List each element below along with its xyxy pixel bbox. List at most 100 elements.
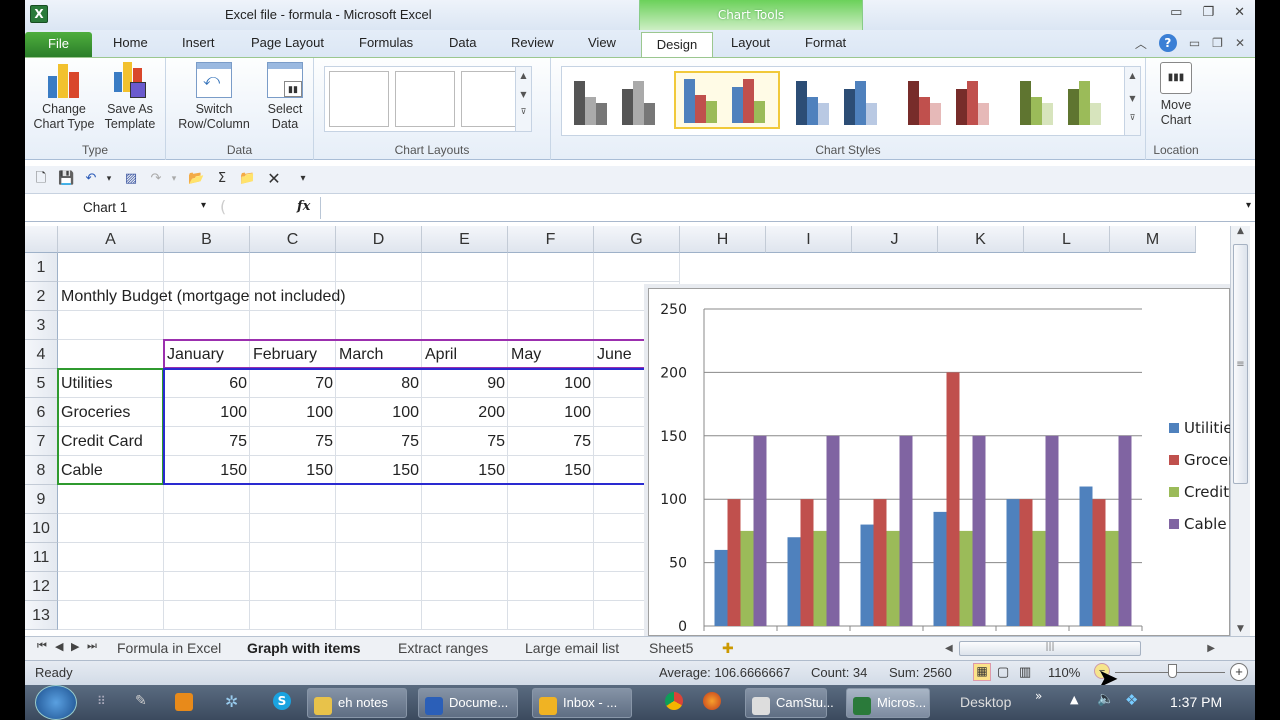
- column-header-m[interactable]: M: [1110, 226, 1196, 253]
- cell-C11[interactable]: [250, 543, 336, 572]
- cell-B12[interactable]: [164, 572, 250, 601]
- value-cell[interactable]: 100: [508, 369, 594, 398]
- cell-F9[interactable]: [508, 485, 594, 514]
- value-cell[interactable]: 100: [336, 398, 422, 427]
- month-header-january[interactable]: January: [164, 340, 250, 369]
- tab-design[interactable]: Design: [641, 32, 713, 57]
- row-label-credit-card[interactable]: Credit Card: [58, 427, 164, 456]
- first-sheet-icon[interactable]: ⏮: [37, 640, 47, 653]
- horizontal-scroll-thumb[interactable]: |||: [958, 641, 1142, 656]
- select-all-corner[interactable]: [25, 226, 58, 253]
- skype-icon[interactable]: S: [273, 692, 291, 710]
- cell-G1[interactable]: [594, 253, 680, 282]
- cell-A1[interactable]: [58, 253, 164, 282]
- chart-style-4[interactable]: [900, 71, 1006, 129]
- taskbar-item-camstudio[interactable]: CamStu...: [745, 688, 834, 718]
- cell-A4[interactable]: [58, 340, 164, 369]
- cell-E9[interactable]: [422, 485, 508, 514]
- collapse-ribbon-icon[interactable]: ︿: [1135, 35, 1147, 52]
- cell-F13[interactable]: [508, 601, 594, 630]
- cell-A13[interactable]: [58, 601, 164, 630]
- taskbar-item-outlook[interactable]: Inbox - ...: [532, 688, 632, 718]
- row-label-utilities[interactable]: Utilities: [58, 369, 164, 398]
- styles-gallery-scroll[interactable]: ▲ ▼ ⊽: [1124, 67, 1140, 135]
- taskbar-item-eh-notes[interactable]: eh notes: [307, 688, 407, 718]
- column-header-k[interactable]: K: [938, 226, 1024, 253]
- value-cell[interactable]: 75: [250, 427, 336, 456]
- cell-E1[interactable]: [422, 253, 508, 282]
- cell-B9[interactable]: [164, 485, 250, 514]
- column-header-d[interactable]: D: [336, 226, 422, 253]
- chart-layout-3[interactable]: [461, 71, 521, 127]
- month-header-march[interactable]: March: [336, 340, 422, 369]
- restore-icon[interactable]: ❐: [1202, 5, 1214, 20]
- scroll-down-icon[interactable]: ▼: [1231, 624, 1250, 634]
- save-icon[interactable]: 💾: [58, 171, 74, 187]
- value-cell[interactable]: 150: [422, 456, 508, 485]
- zoom-slider-thumb[interactable]: [1168, 664, 1177, 678]
- doc-close-icon[interactable]: ✕: [1235, 36, 1245, 50]
- toolbar-overflow-icon[interactable]: »: [1035, 689, 1042, 703]
- desktop-toolbar[interactable]: Desktop: [960, 694, 1011, 710]
- cell-D11[interactable]: [336, 543, 422, 572]
- cell-B3[interactable]: [164, 311, 250, 340]
- cell-F11[interactable]: [508, 543, 594, 572]
- cell-A11[interactable]: [58, 543, 164, 572]
- next-sheet-icon[interactable]: ▶: [71, 640, 79, 653]
- cell-D13[interactable]: [336, 601, 422, 630]
- normal-view-icon[interactable]: ▦: [973, 663, 991, 681]
- cell-C12[interactable]: [250, 572, 336, 601]
- sheet-tab-large-email-list[interactable]: Large email list: [525, 640, 619, 656]
- cell-C1[interactable]: [250, 253, 336, 282]
- cell-A10[interactable]: [58, 514, 164, 543]
- cell-E10[interactable]: [422, 514, 508, 543]
- sheet-title-cell[interactable]: Monthly Budget (mortgage not included): [58, 282, 346, 311]
- row-header-5[interactable]: 5: [25, 369, 58, 398]
- row-header-9[interactable]: 9: [25, 485, 58, 514]
- row-header-13[interactable]: 13: [25, 601, 58, 630]
- row-header-10[interactable]: 10: [25, 514, 58, 543]
- value-cell[interactable]: 75: [422, 427, 508, 456]
- open-folder-icon[interactable]: 📂: [188, 171, 204, 187]
- cell-E2[interactable]: [422, 282, 508, 311]
- name-box[interactable]: Chart 1: [25, 197, 215, 219]
- row-header-3[interactable]: 3: [25, 311, 58, 340]
- cell-A12[interactable]: [58, 572, 164, 601]
- cell-D10[interactable]: [336, 514, 422, 543]
- cell-B1[interactable]: [164, 253, 250, 282]
- cell-F3[interactable]: [508, 311, 594, 340]
- value-cell[interactable]: 150: [508, 456, 594, 485]
- tab-data[interactable]: Data: [449, 35, 476, 50]
- row-header-12[interactable]: 12: [25, 572, 58, 601]
- chart-style-3[interactable]: [788, 71, 894, 129]
- cell-F10[interactable]: [508, 514, 594, 543]
- tab-review[interactable]: Review: [511, 35, 554, 50]
- cell-C3[interactable]: [250, 311, 336, 340]
- column-header-h[interactable]: H: [680, 226, 766, 253]
- redo-icon[interactable]: ↷: [148, 171, 164, 187]
- cell-D12[interactable]: [336, 572, 422, 601]
- column-header-i[interactable]: I: [766, 226, 852, 253]
- page-break-view-icon[interactable]: ▥: [1019, 664, 1031, 680]
- sheet-tab-formula-in-excel[interactable]: Formula in Excel: [117, 640, 221, 656]
- new-file-icon[interactable]: 🗋: [33, 171, 49, 187]
- month-header-may[interactable]: May: [508, 340, 594, 369]
- value-cell[interactable]: 150: [250, 456, 336, 485]
- tab-formulas[interactable]: Formulas: [359, 35, 413, 50]
- formula-input[interactable]: [320, 197, 1237, 219]
- value-cell[interactable]: 100: [250, 398, 336, 427]
- scroll-up-icon[interactable]: ▲: [1231, 226, 1250, 242]
- save-as-template-button[interactable]: Save As Template: [99, 62, 161, 132]
- network-app-icon[interactable]: ✲: [225, 692, 238, 711]
- layouts-gallery-scroll[interactable]: ▲ ▼ ⊽: [515, 67, 531, 131]
- dropbox-icon[interactable]: ❖: [1125, 691, 1138, 709]
- minimize-icon[interactable]: ▭: [1170, 5, 1182, 20]
- cell-D3[interactable]: [336, 311, 422, 340]
- value-cell[interactable]: 150: [336, 456, 422, 485]
- value-cell[interactable]: 150: [164, 456, 250, 485]
- scroll-right-icon[interactable]: ▶: [1207, 643, 1215, 654]
- row-header-2[interactable]: 2: [25, 282, 58, 311]
- quicklaunch-tool-icon[interactable]: ✎: [135, 693, 147, 709]
- chart-style-5[interactable]: [1012, 71, 1118, 129]
- column-header-c[interactable]: C: [250, 226, 336, 253]
